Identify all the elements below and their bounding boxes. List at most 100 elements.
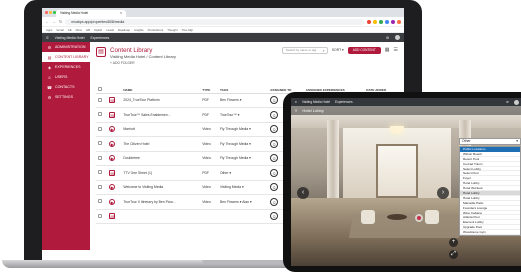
location-option[interactable]: Woodstone Gym	[460, 230, 520, 236]
extension-icon[interactable]	[397, 19, 401, 24]
file-tags[interactable]: Other ▾	[217, 165, 269, 181]
column-header[interactable]: TAGS	[217, 79, 269, 94]
extension-icon[interactable]	[373, 19, 377, 24]
file-tags[interactable]: Fly Through Media ▾	[217, 136, 269, 152]
column-header[interactable]: DATE ADDED	[364, 79, 398, 94]
sidebar-item-administration[interactable]: ⚙ ADMINISTRATION	[42, 42, 90, 52]
hamburger-icon[interactable]: ≡	[295, 100, 297, 104]
property-selector[interactable]: Visiting Media Hotel	[55, 36, 85, 40]
bookmark-item[interactable]: CE	[68, 27, 72, 32]
column-header[interactable]: ASSIGNED TO	[268, 79, 304, 94]
column-header[interactable]: ASSIGNED EXPERIENCES	[303, 79, 365, 94]
file-tags[interactable]: Fly Through Media ▾	[217, 122, 269, 137]
file-name[interactable]: TrueTour X Itinerary by Ben Flow...	[121, 194, 201, 210]
search-input[interactable]: Search by name or tag	[281, 47, 328, 54]
row-checkbox[interactable]	[96, 107, 108, 123]
location-dropdown[interactable]: Other Public Locations Wilson BeachResor…	[459, 138, 521, 237]
bookmark-item[interactable]: Time Mgt	[181, 27, 193, 32]
minimize-window-icon[interactable]	[49, 11, 52, 14]
file-tags[interactable]	[217, 209, 269, 224]
fullscreen-button[interactable]: ⤢	[449, 250, 458, 259]
file-name[interactable]	[121, 209, 201, 224]
section-selector[interactable]: Experiences	[91, 36, 110, 40]
sidebar-item-users[interactable]: ☺ USERS	[42, 72, 90, 82]
hamburger-icon[interactable]: ≡	[46, 35, 49, 40]
file-tags[interactable]: Ben Flowers ▾	[217, 93, 269, 108]
video-file-icon: ▶	[107, 122, 122, 137]
bookmark-item[interactable]: Apps	[46, 27, 52, 32]
breadcrumb[interactable]: Visiting Media Hotel / Content Library	[110, 54, 176, 59]
row-checkbox[interactable]	[96, 165, 108, 181]
add-folder-link[interactable]: + ADD FOLDER	[110, 61, 398, 65]
sidebar-item-settings[interactable]: ⚙ SETTINGS	[42, 92, 90, 102]
previous-scene-button[interactable]: ‹	[297, 187, 309, 199]
book-icon: ▤	[47, 54, 52, 60]
forward-icon[interactable]: →	[52, 19, 56, 24]
row-checkbox[interactable]	[96, 209, 108, 224]
column-header[interactable]: NAME	[121, 79, 201, 94]
sidebar-item-content-library[interactable]: ▤ CONTENT LIBRARY	[42, 52, 90, 62]
sidebar-item-experiences[interactable]: ◈ EXPERIENCES	[42, 62, 90, 72]
back-icon[interactable]: ←	[45, 19, 49, 24]
select-all-checkbox[interactable]	[96, 79, 108, 94]
bookmark-item[interactable]: Stylish	[94, 27, 102, 32]
row-checkbox[interactable]	[96, 194, 108, 210]
extension-icon[interactable]	[391, 19, 395, 24]
add-content-button[interactable]: ADD CONTENT	[347, 47, 381, 54]
extension-icon[interactable]	[379, 19, 383, 24]
list-view-icon[interactable]: ☰	[394, 47, 398, 54]
sidebar-item-label: SETTINGS	[55, 95, 73, 99]
file-tags[interactable]: Visiting Media ▾	[217, 180, 269, 195]
file-name[interactable]: 2024_TrueTour Platform	[121, 93, 201, 108]
bookmark-item[interactable]: Thought	[167, 27, 177, 32]
next-scene-button[interactable]: ›	[437, 187, 449, 199]
file-tags[interactable]: Ben Flowers ▾ Alan ▾	[217, 194, 269, 210]
file-tags[interactable]: TrueTour™ ▾	[217, 107, 269, 123]
bookmark-item[interactable]: HB	[86, 27, 90, 32]
row-checkbox[interactable]	[96, 151, 108, 166]
browser-tab[interactable]: Visiting Media Hotel ×	[56, 10, 126, 17]
avatar[interactable]	[395, 35, 400, 40]
extension-icons[interactable]	[367, 19, 401, 24]
bookmark-item[interactable]: ProductHunt	[148, 27, 164, 32]
close-window-icon[interactable]	[45, 11, 48, 14]
reload-icon[interactable]: ↻	[59, 19, 62, 24]
menu-icon[interactable]: ≡	[295, 106, 297, 115]
sort-dropdown[interactable]: SORT ▾	[332, 47, 344, 54]
avatar[interactable]	[514, 99, 519, 105]
column-header[interactable]: TYPE	[200, 79, 218, 94]
pdf-file-icon: ▤	[107, 107, 122, 123]
zoom-in-button[interactable]: +	[449, 238, 458, 247]
bookmark-item[interactable]: Roadmap	[118, 27, 130, 32]
row-checkbox[interactable]	[96, 93, 108, 108]
gear-icon[interactable]: ⚙	[506, 100, 509, 104]
location-select[interactable]: Other	[459, 138, 521, 145]
file-tags[interactable]: Fly Through Media ▾	[217, 151, 269, 166]
file-name[interactable]: TrueTour™ Sales Enablemen...	[121, 107, 201, 123]
file-name[interactable]: Doubletree	[121, 151, 201, 166]
file-name[interactable]: The Citizen Hotel	[121, 136, 201, 152]
sidebar-item-contacts[interactable]: ☎ CONTACTS	[42, 82, 90, 92]
url-field[interactable]: mvabps.app/properties/808/media	[65, 18, 364, 25]
window-controls[interactable]	[45, 11, 56, 14]
row-checkbox[interactable]	[96, 136, 108, 152]
bookmark-item[interactable]: Insights	[134, 27, 144, 32]
file-name[interactable]: TTV One Sheet (1)	[121, 165, 201, 181]
bookmark-item[interactable]: Drive	[76, 27, 83, 32]
file-name[interactable]: Marriott	[121, 122, 201, 137]
hotspot-marker[interactable]	[417, 216, 421, 220]
gear-icon[interactable]: ⚙	[386, 36, 389, 40]
lobby-chair	[425, 210, 439, 224]
section-selector[interactable]: Experiences	[335, 100, 353, 104]
close-tab-icon[interactable]: ×	[120, 10, 122, 17]
extension-icon[interactable]	[385, 19, 389, 24]
property-selector[interactable]: Visiting Media Hotel	[302, 100, 330, 104]
file-name[interactable]: Welcome to Visiting Media	[121, 180, 201, 195]
maximize-window-icon[interactable]	[53, 11, 56, 14]
row-checkbox[interactable]	[96, 122, 108, 137]
bookmark-item[interactable]: Leads	[106, 27, 114, 32]
grid-view-icon[interactable]: ▦	[385, 47, 390, 54]
row-checkbox[interactable]	[96, 180, 108, 195]
bookmark-item[interactable]: Gmail	[56, 27, 63, 32]
extension-icon[interactable]	[367, 19, 371, 24]
